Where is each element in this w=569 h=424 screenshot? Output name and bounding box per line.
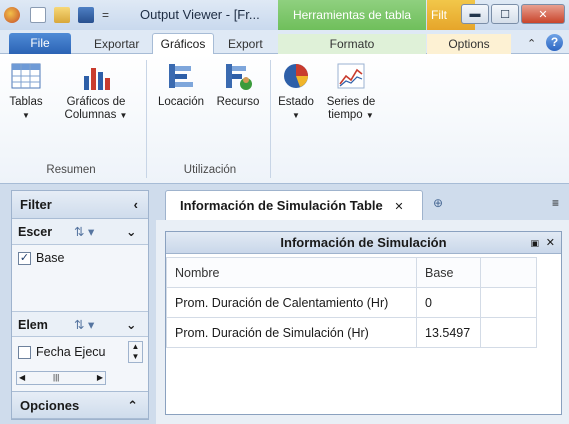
empty-cell xyxy=(480,257,537,288)
ribbon-tab-row: File Exportar Gráficos Export Formato Op… xyxy=(0,30,569,55)
sort-filter-icon[interactable]: ⇅ ▾ xyxy=(74,219,94,245)
chevron-down-icon: ▼ xyxy=(365,111,374,120)
close-panel-icon[interactable]: ✕ xyxy=(546,232,555,254)
locacion-label: Locación xyxy=(157,96,205,108)
results-panel: Información de Simulación ▣ ✕ Nombre Bas… xyxy=(165,231,562,415)
filter-header[interactable]: Filter ‹ xyxy=(12,191,148,219)
escenario-item-label: Base xyxy=(36,251,65,265)
save-icon[interactable] xyxy=(78,7,94,23)
context-tab-group-table-tools: Herramientas de tabla xyxy=(278,0,426,30)
empty-cell xyxy=(480,317,537,348)
recurso-label: Recurso xyxy=(216,96,260,108)
escenario-item-base[interactable]: ✓ Base xyxy=(18,251,65,266)
vertical-scrollbar[interactable]: ▲ ▼ xyxy=(128,341,143,363)
series-tiempo-button[interactable]: Series de tiempo ▼ xyxy=(322,60,380,122)
time-series-icon xyxy=(337,63,365,89)
series-label-line2: tiempo xyxy=(328,109,363,121)
close-tab-icon[interactable]: ✕ xyxy=(394,201,403,213)
chevron-down-icon: ▼ xyxy=(22,111,30,120)
empty-cell xyxy=(480,287,537,318)
restore-panel-icon[interactable]: ▣ xyxy=(530,232,539,254)
opciones-title: Opciones xyxy=(20,398,80,413)
group-separator xyxy=(270,60,271,178)
table-row[interactable]: Prom. Duración de Calentamiento (Hr) 0 xyxy=(166,287,537,318)
escenario-label: Escer xyxy=(18,225,53,239)
row-name-cell: Prom. Duración de Simulación (Hr) xyxy=(166,317,417,348)
resource-bars-icon xyxy=(226,64,252,90)
close-icon: ✕ xyxy=(538,8,548,21)
locacion-button[interactable]: Locación xyxy=(154,60,208,109)
tab-file[interactable]: File xyxy=(9,33,71,54)
horizontal-scrollbar[interactable]: ◀ ||| ▶ xyxy=(16,371,106,385)
ribbon: Tablas ▼ Gráficos de Columnas ▼ Resumen … xyxy=(0,54,569,184)
column-header-nombre[interactable]: Nombre xyxy=(166,257,417,288)
panel-title: Información de Simulación xyxy=(280,235,447,250)
app-icon xyxy=(4,7,20,23)
chevron-up-icon[interactable]: ⌃ xyxy=(127,392,138,420)
help-icon[interactable]: ? xyxy=(546,34,563,51)
tab-export[interactable]: Export xyxy=(228,34,263,54)
document-tab-title: Información de Simulación Table xyxy=(180,198,383,213)
group-label-utilizacion: Utilización xyxy=(183,164,237,176)
close-window-button[interactable]: ✕ xyxy=(521,4,565,24)
recurso-button[interactable]: Recurso xyxy=(212,60,264,109)
checkbox-unchecked-icon[interactable] xyxy=(18,346,31,360)
row-value-cell: 13.5497 xyxy=(416,317,481,348)
title-bar: = Output Viewer - [Fr... Herramientas de… xyxy=(0,0,569,30)
filter-pane: Filter ‹ Escer ⇅ ▾ ⌄ ✓ Base Elem ⇅ ▾ ⌄ Fe… xyxy=(11,190,149,420)
filter-title: Filter xyxy=(20,197,52,212)
location-bars-icon xyxy=(169,64,193,88)
opciones-header[interactable]: Opciones ⌃ xyxy=(12,391,148,419)
table-row[interactable]: Prom. Duración de Simulación (Hr) 13.549… xyxy=(166,317,537,348)
estado-label: Estado xyxy=(278,96,314,108)
tab-list-dropdown-icon[interactable]: ≡ xyxy=(552,196,559,210)
panel-title-bar: Información de Simulación ▣ ✕ xyxy=(166,232,561,254)
window-title: Output Viewer - [Fr... xyxy=(140,7,260,22)
chevron-down-icon: ▼ xyxy=(292,111,300,120)
maximize-icon: ☐ xyxy=(500,8,510,21)
column-header-base[interactable]: Base xyxy=(416,257,481,288)
estado-button[interactable]: Estado ▼ xyxy=(274,60,318,122)
new-tab-icon[interactable]: ⊕ xyxy=(433,196,443,210)
row-name-cell: Prom. Duración de Calentamiento (Hr) xyxy=(166,287,417,318)
tab-graficos[interactable]: Gráficos xyxy=(152,33,214,55)
maximize-button[interactable]: ☐ xyxy=(491,4,519,24)
elementos-item-label: Fecha Ejecu xyxy=(36,345,106,359)
group-separator xyxy=(146,60,147,178)
tab-exportar[interactable]: Exportar xyxy=(94,34,139,54)
table-header-row: Nombre Base xyxy=(166,257,537,288)
checkbox-checked-icon[interactable]: ✓ xyxy=(18,252,31,266)
series-label-line1: Series de xyxy=(326,96,376,108)
chevron-down-icon[interactable]: ⌄ xyxy=(126,219,136,245)
elementos-label: Elem xyxy=(18,318,48,332)
collapse-ribbon-icon[interactable]: ⌃ xyxy=(527,34,536,54)
open-folder-icon[interactable] xyxy=(54,7,70,23)
group-label-resumen: Resumen xyxy=(46,164,96,176)
minimize-icon: ▬ xyxy=(469,8,481,20)
row-value-cell: 0 xyxy=(416,287,481,318)
elementos-item-fecha[interactable]: Fecha Ejecu xyxy=(18,345,126,360)
tab-options[interactable]: Options xyxy=(427,34,511,54)
graficos-label-line2: Columnas xyxy=(64,109,117,121)
column-chart-icon xyxy=(84,68,110,90)
minimize-button[interactable]: ▬ xyxy=(461,4,489,24)
collapse-left-icon[interactable]: ‹ xyxy=(134,191,138,219)
elementos-header: Elem ⇅ ▾ ⌄ xyxy=(12,311,148,337)
table-icon xyxy=(11,63,41,89)
chevron-down-icon[interactable]: ⌄ xyxy=(126,312,136,338)
graficos-columnas-button[interactable]: Gráficos de Columnas ▼ xyxy=(56,60,136,122)
tablas-button[interactable]: Tablas ▼ xyxy=(6,60,46,122)
document-tab[interactable]: Información de Simulación Table ✕ xyxy=(165,190,423,220)
customize-toolbar-icon[interactable]: = xyxy=(102,8,109,22)
escenario-header: Escer ⇅ ▾ ⌄ xyxy=(12,219,148,245)
graficos-label-line1: Gráficos de xyxy=(66,96,126,108)
new-document-icon[interactable] xyxy=(30,7,46,23)
pie-chart-icon xyxy=(284,64,308,88)
chevron-down-icon: ▼ xyxy=(119,111,128,120)
tablas-label: Tablas xyxy=(9,96,43,108)
results-table: Nombre Base Prom. Duración de Calentamie… xyxy=(166,257,537,348)
tab-formato[interactable]: Formato xyxy=(278,34,426,54)
quick-access-toolbar: = xyxy=(4,5,109,25)
sort-filter-icon[interactable]: ⇅ ▾ xyxy=(74,312,94,338)
